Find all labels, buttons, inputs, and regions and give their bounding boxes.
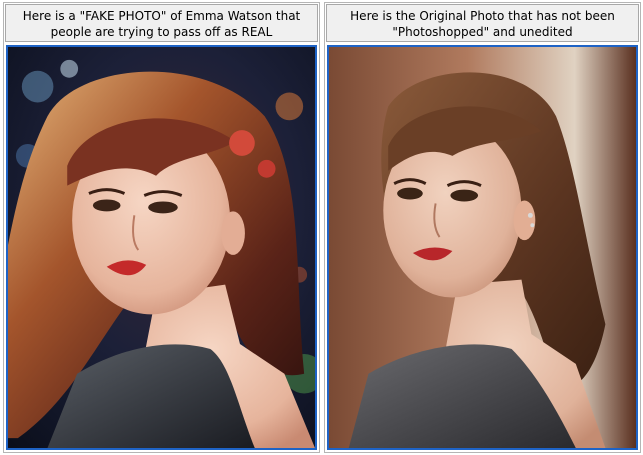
original-photo-caption: Here is the Original Photo that has not … [326,4,639,42]
fake-photo-image [8,47,315,448]
original-photo-frame [327,45,638,450]
fake-photo-caption: Here is a "FAKE PHOTO" of Emma Watson th… [5,4,318,42]
original-photo-panel: Here is the Original Photo that has not … [324,2,641,453]
original-photo-image [329,47,636,448]
fake-photo-frame [6,45,317,450]
fake-photo-panel: Here is a "FAKE PHOTO" of Emma Watson th… [3,2,320,453]
